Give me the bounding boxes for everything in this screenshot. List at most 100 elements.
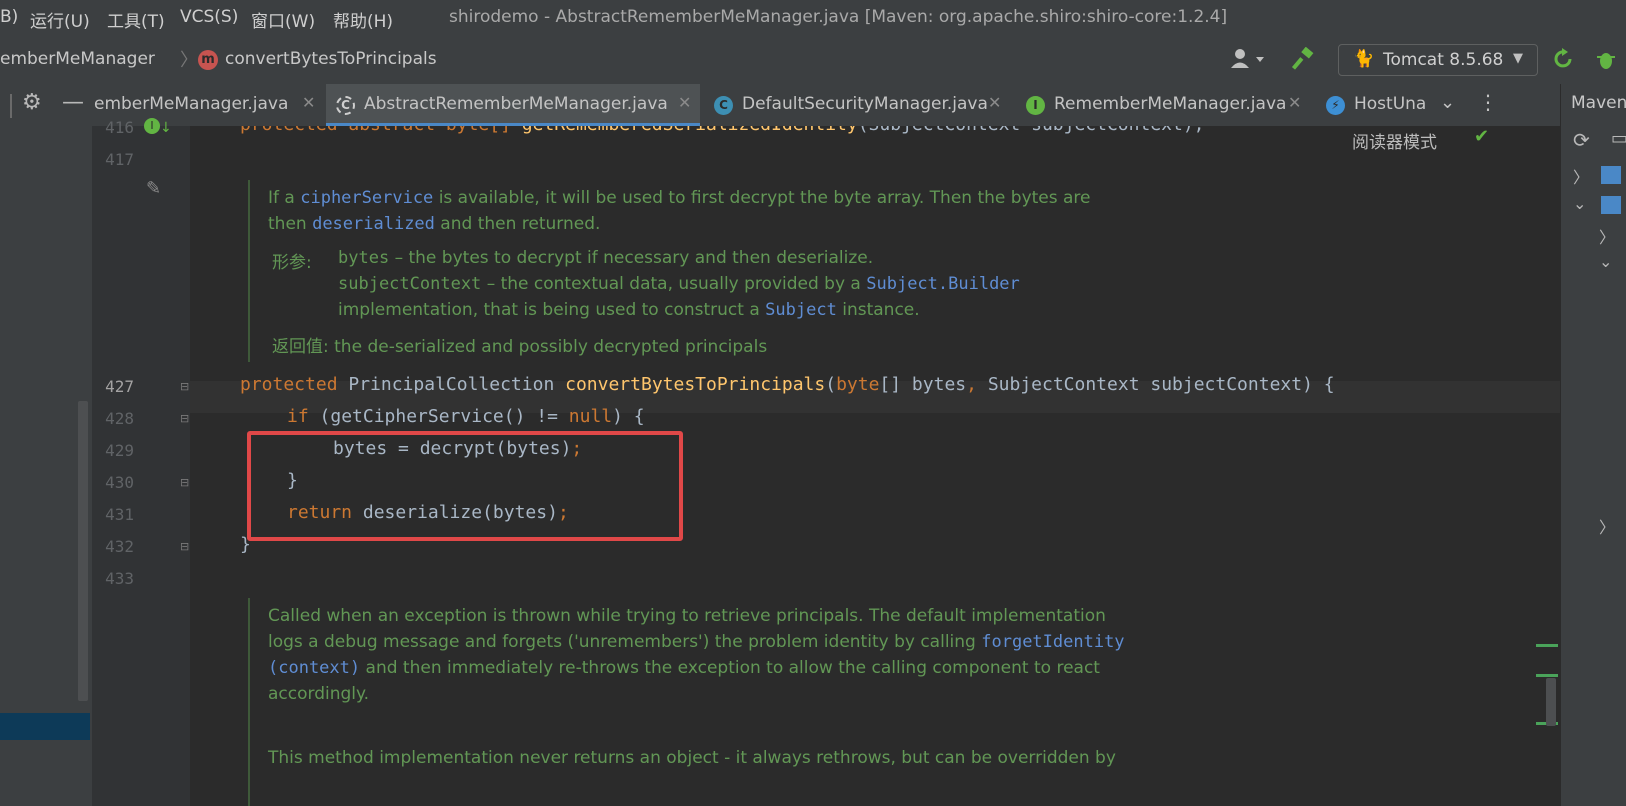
doc-code-ref[interactable]: forgetIdentity: [981, 632, 1124, 652]
doc-code-ref[interactable]: (context): [268, 658, 360, 678]
chevron-down-icon: ▼: [1513, 51, 1523, 66]
project-toolbar: ⚙ —: [0, 84, 92, 127]
reader-mode-toggle[interactable]: 阅读器模式: [1352, 128, 1437, 153]
rerun-icon[interactable]: [1552, 47, 1576, 76]
chevron-right-icon[interactable]: 〉: [1599, 224, 1615, 248]
divider: [10, 94, 12, 118]
editor-tabs: emberMeManager.java ✕ C AbstractRemember…: [92, 84, 1560, 127]
user-icon[interactable]: [1230, 47, 1268, 76]
close-icon[interactable]: ✕: [678, 93, 691, 112]
close-icon[interactable]: ✕: [988, 93, 1001, 112]
line-number: 417: [105, 150, 134, 169]
class-file-icon: C: [336, 96, 355, 115]
edit-pencil-icon[interactable]: ✎: [146, 178, 161, 199]
maven-module-icon: [1601, 196, 1621, 214]
selected-tree-item[interactable]: [0, 713, 90, 740]
doc-line: then deserialized and then returned.: [268, 214, 600, 234]
breadcrumb-method[interactable]: convertBytesToPrincipals: [225, 49, 437, 69]
doc-param-name: bytes: [338, 248, 390, 268]
code-token: protected: [240, 374, 349, 395]
highlight-annotation-box: [247, 431, 683, 541]
fold-end-icon[interactable]: ⊟: [180, 476, 189, 489]
chevron-down-icon[interactable]: ⌄: [1440, 92, 1455, 113]
code-token: (SubjectContext subjectContext);: [858, 126, 1205, 135]
class-file-icon: C: [714, 96, 733, 115]
code-token: getRememberedSerializedIdentity: [522, 126, 858, 135]
menu-vcs[interactable]: VCS(S): [180, 7, 238, 27]
tab-abstractremembermemanager[interactable]: C AbstractRememberMeManager.java ✕: [326, 84, 700, 126]
doc-line: bytes – the bytes to decrypt if necessar…: [338, 248, 873, 268]
menu-window[interactable]: 窗口(W): [251, 7, 315, 32]
code-token: byte: [836, 374, 880, 395]
chevron-right-icon[interactable]: 〉: [1599, 514, 1615, 538]
fold-icon[interactable]: ⊟: [180, 380, 189, 393]
close-icon[interactable]: ✕: [302, 93, 315, 112]
chevron-right-icon[interactable]: 〉: [1573, 164, 1589, 188]
doc-params-label: 形参:: [272, 253, 312, 273]
project-scrollbar[interactable]: [78, 401, 88, 701]
implemented-icon[interactable]: I: [144, 118, 160, 134]
editor-scrollbar[interactable]: [1546, 678, 1556, 726]
doc-returns-label: 返回值:: [272, 337, 329, 357]
fold-end-icon[interactable]: ⊟: [180, 540, 189, 553]
code-token: null: [568, 406, 613, 427]
folder-icon[interactable]: ▭: [1611, 128, 1626, 149]
tab-label: HostUna: [1354, 94, 1427, 114]
tab-label: RememberMeManager.java: [1054, 94, 1287, 114]
code-line-428: if (getCipherService() != null) {: [287, 406, 645, 427]
menu-build[interactable]: B): [0, 7, 18, 27]
interface-file-icon: I: [1026, 96, 1045, 115]
maven-panel-title[interactable]: Maven: [1571, 93, 1626, 113]
change-marker[interactable]: [1536, 644, 1558, 647]
doc-line: subjectContext – the contextual data, us…: [338, 274, 1020, 294]
run-configuration-label: Tomcat 8.5.68: [1383, 50, 1504, 70]
line-number: 428: [105, 409, 134, 428]
code-token: PrincipalCollection: [348, 374, 566, 395]
chevron-down-icon[interactable]: ⌄: [1599, 252, 1612, 271]
debug-icon[interactable]: [1594, 47, 1618, 76]
chevron-down-icon[interactable]: ⌄: [1573, 194, 1586, 213]
menu-run[interactable]: 运行(U): [30, 7, 90, 32]
menu-help[interactable]: 帮助(H): [333, 7, 393, 32]
doc-code-ref[interactable]: deserialized: [312, 214, 435, 234]
bolt-file-icon: ⚡: [1326, 96, 1345, 115]
line-gutter: 416 I ↓ 417 ✎ 427 428 429 430 431 432 43…: [92, 118, 190, 806]
doc-line: 返回值: the de-serialized and possibly decr…: [272, 332, 767, 357]
gear-icon[interactable]: ⚙: [22, 90, 42, 115]
code-editor[interactable]: 阅读器模式 ✔ protected abstract byte[] getRem…: [190, 126, 1560, 806]
refresh-icon[interactable]: ⟳: [1573, 128, 1590, 152]
more-options-icon[interactable]: ⋮: [1478, 90, 1498, 114]
tomcat-icon: 🐈: [1353, 49, 1375, 69]
doc-text: If a: [268, 188, 301, 208]
line-number: 427: [105, 377, 134, 396]
close-icon[interactable]: ✕: [1288, 93, 1301, 112]
doc-code-ref[interactable]: cipherService: [300, 188, 433, 208]
line-number: 430: [105, 473, 134, 492]
arrow-down-icon: ↓: [160, 120, 172, 136]
doc-code-ref[interactable]: Subject: [765, 300, 837, 320]
check-icon: ✔: [1474, 126, 1490, 147]
code-token: (getCipherService() !=: [319, 406, 569, 427]
hide-panel-icon[interactable]: —: [62, 90, 84, 115]
run-configuration-selector[interactable]: 🐈 Tomcat 8.5.68 ▼: [1338, 44, 1538, 76]
javadoc-rendered: If a cipherService is available, it will…: [248, 180, 1091, 362]
doc-line: This method implementation never returns…: [268, 748, 1116, 768]
code-token: convertBytesToPrincipals: [565, 374, 826, 395]
method-icon: m: [198, 50, 218, 70]
change-marker[interactable]: [1536, 674, 1558, 677]
line-number: 433: [105, 569, 134, 588]
code-token: if: [287, 406, 320, 427]
doc-line: accordingly.: [268, 684, 370, 704]
tab-hostuna[interactable]: ⚡ HostUna: [1320, 84, 1440, 126]
tab-defaultsecuritymanager[interactable]: C DefaultSecurityManager.java ✕: [704, 84, 1006, 126]
fold-icon[interactable]: ⊟: [180, 412, 189, 425]
build-hammer-icon[interactable]: [1291, 46, 1316, 76]
breadcrumb-class[interactable]: emberMeManager: [0, 49, 155, 69]
line-number: 416: [105, 118, 134, 137]
menu-tools[interactable]: 工具(T): [107, 7, 165, 32]
code-token: ,: [966, 374, 988, 395]
doc-code-ref[interactable]: Subject.Builder: [866, 274, 1020, 294]
doc-text: instance.: [836, 300, 920, 320]
line-number: 429: [105, 441, 134, 460]
tab-remembermemanager[interactable]: I RememberMeManager.java ✕: [1016, 84, 1312, 126]
